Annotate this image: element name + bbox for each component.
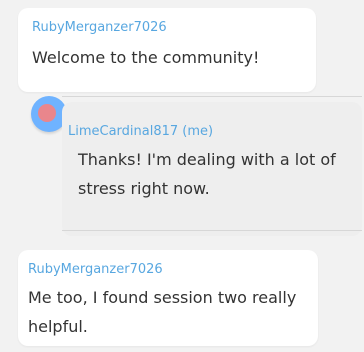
message-username: RubyMerganzer7026 <box>32 20 167 35</box>
my-message-bubble: LimeCardinal817 (me) Thanks! I'm dealing… <box>62 102 362 236</box>
message-username: RubyMerganzer7026 <box>28 262 163 277</box>
message-text: Welcome to the community! <box>32 48 260 67</box>
message-bubble: RubyMerganzer7026 Welcome to the communi… <box>18 8 316 92</box>
avatar-inner <box>38 104 56 122</box>
message-text: Me too, I found session two really helpf… <box>28 288 297 336</box>
divider <box>62 230 362 231</box>
divider <box>62 96 362 97</box>
message-text: Thanks! I'm dealing with a lot of stress… <box>78 150 336 198</box>
message-username: LimeCardinal817 (me) <box>68 124 214 139</box>
message-bubble: RubyMerganzer7026 Me too, I found sessio… <box>18 250 318 346</box>
chat-thread: RubyMerganzer7026 Welcome to the communi… <box>0 0 364 352</box>
